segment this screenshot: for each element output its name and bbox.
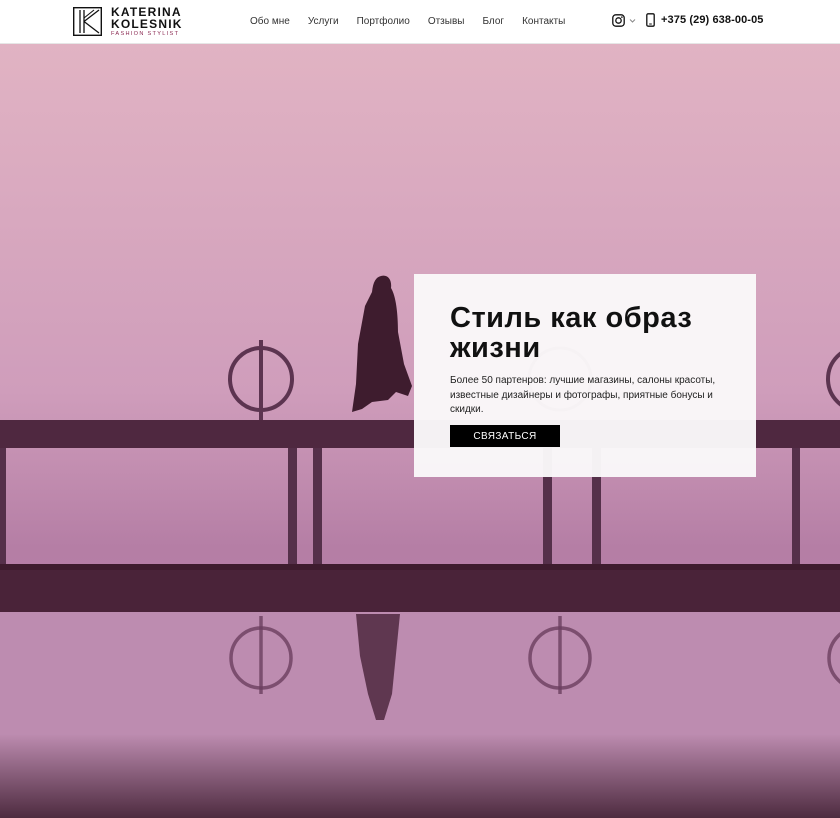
- phone-icon: [646, 13, 655, 27]
- hero-description: Более 50 партенров: лучшие магазины, сал…: [450, 375, 716, 415]
- logo-mark-icon: [73, 7, 102, 36]
- chevron-down-icon[interactable]: [629, 17, 636, 24]
- contact-button[interactable]: СВЯЗАТЬСЯ: [450, 425, 560, 447]
- nav-item-services[interactable]: Услуги: [308, 16, 339, 27]
- nav-item-about[interactable]: Обо мне: [250, 16, 290, 27]
- phone-number[interactable]: +375 (29) 638-00-05: [661, 14, 764, 26]
- nav-item-reviews[interactable]: Отзывы: [428, 16, 465, 27]
- hero-title: Стиль как образ жизни: [450, 302, 693, 364]
- hero-section: Стиль как образ жизни Более 50 партенров…: [0, 44, 840, 818]
- logo[interactable]: KATERINA KOLESNIK FASHION STYLIST: [73, 6, 183, 38]
- nav-item-portfolio[interactable]: Портфолио: [357, 16, 410, 27]
- logo-line-1: KATERINA: [111, 4, 182, 19]
- site-header: KATERINA KOLESNIK FASHION STYLIST Обо мн…: [0, 0, 840, 44]
- instagram-icon[interactable]: [612, 14, 625, 27]
- logo-line-2: KOLESNIK: [111, 16, 183, 31]
- logo-text: KATERINA KOLESNIK FASHION STYLIST: [111, 6, 183, 38]
- logo-tagline: FASHION STYLIST: [111, 30, 180, 37]
- nav-item-contacts[interactable]: Контакты: [522, 16, 565, 27]
- nav-item-blog[interactable]: Блог: [482, 16, 504, 27]
- hero-card: Стиль как образ жизни Более 50 партенров…: [414, 274, 756, 477]
- main-nav: Обо мне Услуги Портфолио Отзывы Блог Кон…: [250, 0, 583, 42]
- phone-contact[interactable]: +375 (29) 638-00-05: [646, 13, 764, 27]
- social-dropdown[interactable]: [612, 14, 636, 27]
